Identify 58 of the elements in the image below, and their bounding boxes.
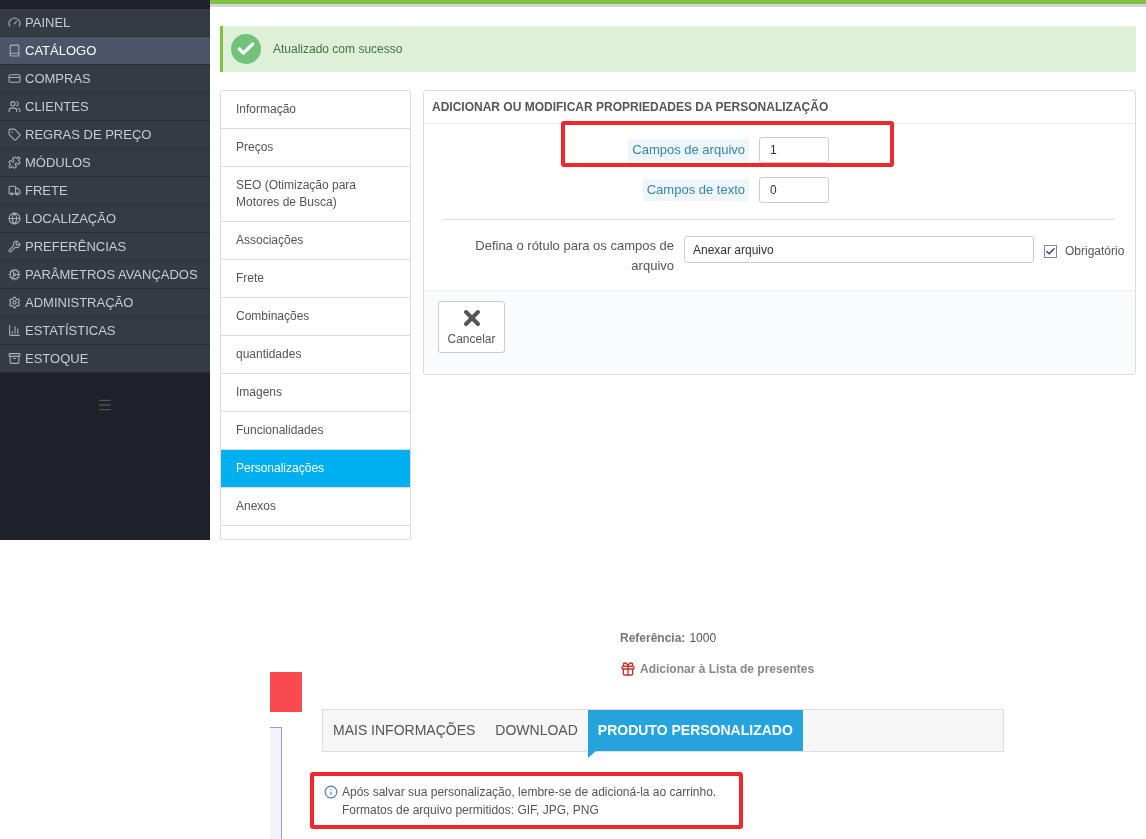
info-text: Formatos de arquivo permitidos: GIF, JPG, PNG bbox=[342, 802, 600, 819]
users-icon bbox=[8, 100, 21, 113]
gift-link[interactable]: Adicionar à Lista de presentes bbox=[640, 660, 815, 678]
info-text: Após salvar sua personalização, lembre-se de adicioná-la ao carrinho. bbox=[342, 784, 717, 801]
alert-message: Atualizado com sucesso bbox=[273, 41, 403, 58]
product-tab[interactable]: Informação bbox=[221, 91, 410, 129]
product-tab[interactable]: Imagens bbox=[221, 374, 410, 412]
count-input[interactable]: 1 bbox=[759, 137, 829, 163]
sidebar-item[interactable]: LOCALIZAÇÃO bbox=[0, 205, 210, 233]
bar-chart-icon bbox=[8, 324, 21, 337]
field-label: Defina o rótulo para os campos de arquivo bbox=[474, 237, 674, 275]
product-tab[interactable]: Frete bbox=[221, 260, 410, 298]
cancel-button[interactable]: Cancelar bbox=[438, 301, 505, 353]
sidebar-item[interactable]: MÓDULOS bbox=[0, 149, 210, 177]
card-icon bbox=[8, 72, 21, 85]
sidebar-item[interactable]: REGRAS DE PREÇO bbox=[0, 121, 210, 149]
globe-icon bbox=[8, 212, 21, 225]
sidebar-item[interactable]: CATÁLOGO bbox=[0, 37, 210, 65]
accent-block bbox=[270, 672, 302, 712]
product-tab[interactable]: Associações bbox=[221, 222, 410, 260]
reference-label: Referência: bbox=[620, 630, 686, 647]
sidebar-item[interactable]: ESTOQUE bbox=[0, 345, 210, 373]
product-tab[interactable]: DOWNLOAD bbox=[485, 710, 588, 751]
settings-icon bbox=[8, 296, 21, 309]
required-checkbox[interactable] bbox=[1044, 244, 1057, 258]
product-tab[interactable]: Anexos bbox=[221, 488, 410, 526]
puzzle-icon bbox=[8, 156, 21, 169]
tag-icon bbox=[8, 128, 21, 141]
check-icon bbox=[231, 34, 261, 64]
reference-value: 1000 bbox=[689, 630, 717, 647]
cogs-icon bbox=[8, 268, 21, 281]
count-input[interactable]: 0 bbox=[759, 177, 829, 203]
gift-icon bbox=[620, 661, 636, 677]
sidebar-item[interactable]: ESTATÍSTICAS bbox=[0, 317, 210, 345]
sidebar-item[interactable]: COMPRAS bbox=[0, 65, 210, 93]
sidebar-item[interactable]: ADMINISTRAÇÃO bbox=[0, 289, 210, 317]
sidebar-item[interactable]: PAINEL bbox=[0, 9, 210, 37]
checkbox-label: Obrigatório bbox=[1065, 243, 1125, 260]
sidebar-item[interactable]: FRETE bbox=[0, 177, 210, 205]
product-tab[interactable]: Preços bbox=[221, 129, 410, 167]
sidebar-item[interactable]: PARÂMETROS AVANÇADOS bbox=[0, 261, 210, 289]
product-tab[interactable]: SEO (Otimização para Motores de Busca) bbox=[221, 167, 410, 222]
archive-icon bbox=[8, 352, 21, 365]
sidebar-item[interactable]: PREFERÊNCIAS bbox=[0, 233, 210, 261]
field-label: Campos de texto bbox=[642, 179, 749, 201]
wrench-icon bbox=[8, 240, 21, 253]
product-tab[interactable]: MAIS INFORMAÇÕES bbox=[323, 710, 486, 751]
sidebar-item[interactable]: CLIENTES bbox=[0, 93, 210, 121]
book-icon bbox=[8, 44, 21, 57]
product-tab[interactable]: quantidades bbox=[221, 336, 410, 374]
gauge-icon bbox=[8, 16, 21, 29]
product-tab[interactable]: Combinações bbox=[221, 298, 410, 336]
panel-title: ADICIONAR OU MODIFICAR PROPRIEDADES DA PERSONALIZAÇÃO bbox=[424, 91, 1135, 124]
field-label: Campos de arquivo bbox=[628, 139, 749, 161]
truck-icon bbox=[8, 184, 21, 197]
info-icon bbox=[324, 785, 338, 799]
label-input[interactable]: Anexar arquivo bbox=[684, 236, 1034, 263]
tab-pointer bbox=[587, 751, 596, 758]
